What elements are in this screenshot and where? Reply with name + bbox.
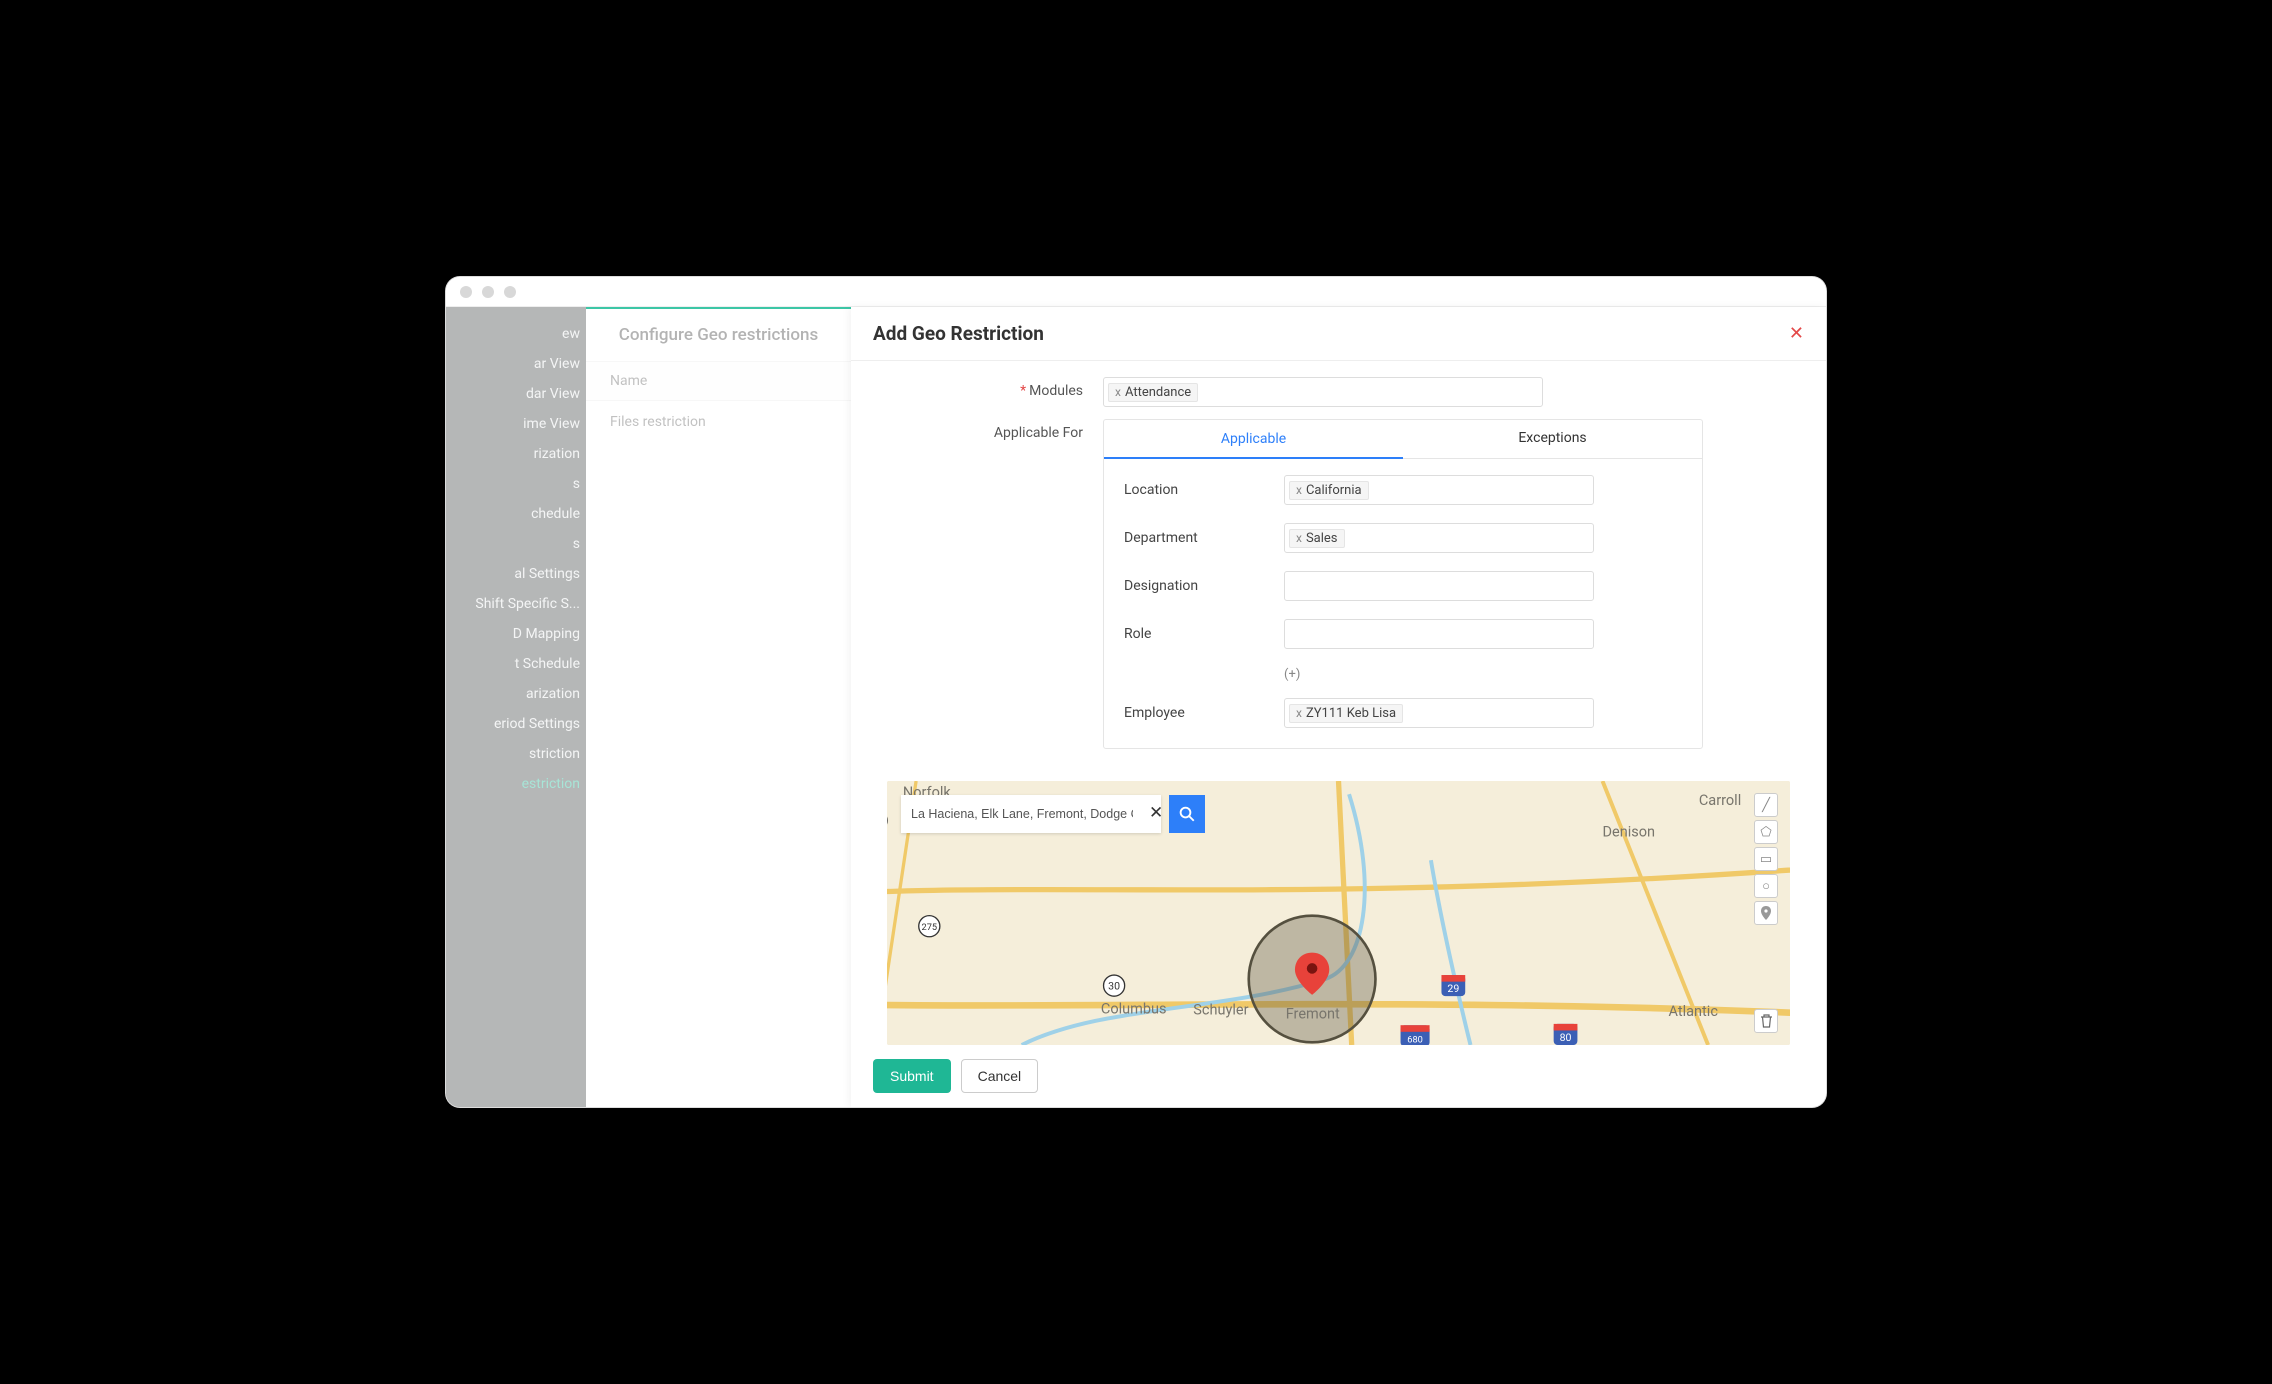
svg-text:Columbus: Columbus xyxy=(1101,1000,1167,1017)
employee-input[interactable]: xZY111 Keb Lisa xyxy=(1284,698,1594,728)
svg-text:Fremont: Fremont xyxy=(1286,1006,1340,1023)
sidebar-item[interactable]: ime View xyxy=(446,409,586,439)
svg-text:680: 680 xyxy=(1407,1034,1423,1045)
window-minimize-dot[interactable] xyxy=(482,286,494,298)
department-tag[interactable]: xSales xyxy=(1289,529,1345,548)
svg-text:Denison: Denison xyxy=(1603,823,1656,840)
draw-circle-icon[interactable]: ○ xyxy=(1754,874,1778,898)
sidebar-item[interactable]: chedule xyxy=(446,499,586,529)
sidebar-item[interactable]: dar View xyxy=(446,379,586,409)
designation-label: Designation xyxy=(1124,578,1284,594)
close-icon[interactable]: ✕ xyxy=(1789,323,1804,344)
module-tag[interactable]: xAttendance xyxy=(1108,383,1198,402)
svg-text:Atlantic: Atlantic xyxy=(1669,1003,1719,1020)
window-zoom-dot[interactable] xyxy=(504,286,516,298)
svg-text:Schuyler: Schuyler xyxy=(1193,1002,1248,1019)
svg-text:80: 80 xyxy=(1560,1031,1572,1044)
sidebar-item[interactable]: al Settings xyxy=(446,559,586,589)
location-label: Location xyxy=(1124,482,1284,498)
map-search-input[interactable] xyxy=(901,795,1161,833)
employee-label: Employee xyxy=(1124,705,1284,721)
svg-text:29: 29 xyxy=(1447,982,1459,995)
draw-line-icon[interactable]: ╱ xyxy=(1754,793,1778,817)
applicable-for-panel: Applicable Exceptions Location xCaliforn… xyxy=(1103,419,1703,749)
sidebar-item[interactable]: estriction xyxy=(446,769,586,799)
sidebar-item[interactable]: eriod Settings xyxy=(446,709,586,739)
sidebar-item[interactable]: t Schedule xyxy=(446,649,586,679)
map[interactable]: Norfolk Columbus Schuyler Fremont Deniso… xyxy=(887,781,1790,1045)
titlebar xyxy=(446,277,1826,307)
add-role-button[interactable]: (+) xyxy=(1284,667,1682,682)
tab-exceptions[interactable]: Exceptions xyxy=(1403,420,1702,458)
window-close-dot[interactable] xyxy=(460,286,472,298)
modules-label: Modules xyxy=(1029,383,1083,399)
employee-tag[interactable]: xZY111 Keb Lisa xyxy=(1289,704,1403,723)
dialog-title: Add Geo Restriction xyxy=(873,322,1044,345)
list-panel-title: Configure Geo restrictions xyxy=(586,309,851,361)
list-item[interactable]: Files restriction xyxy=(586,401,851,443)
cancel-button[interactable]: Cancel xyxy=(961,1059,1039,1093)
sidebar-item[interactable]: rization xyxy=(446,439,586,469)
svg-text:30: 30 xyxy=(1108,980,1120,993)
draw-polygon-icon[interactable]: ⬠ xyxy=(1754,820,1778,844)
delete-shape-icon[interactable] xyxy=(1754,1009,1778,1033)
sidebar-item[interactable]: arization xyxy=(446,679,586,709)
role-label: Role xyxy=(1124,626,1284,642)
sidebar-item[interactable]: D Mapping xyxy=(446,619,586,649)
svg-text:Carroll: Carroll xyxy=(1699,792,1741,809)
list-name-header: Name xyxy=(586,361,851,401)
svg-text:275: 275 xyxy=(922,922,938,933)
sidebar-item[interactable]: striction xyxy=(446,739,586,769)
map-draw-toolbar: ╱ ⬠ ▭ ○ xyxy=(1754,793,1778,925)
modules-input[interactable]: xAttendance xyxy=(1103,377,1543,407)
department-label: Department xyxy=(1124,530,1284,546)
content-area: ewar Viewdar Viewime Viewrizationschedul… xyxy=(446,307,1826,1107)
app-window: ewar Viewdar Viewime Viewrizationschedul… xyxy=(446,277,1826,1107)
submit-button[interactable]: Submit xyxy=(873,1059,951,1093)
remove-tag-icon[interactable]: x xyxy=(1296,706,1302,720)
sidebar-item[interactable]: ar View xyxy=(446,349,586,379)
role-input[interactable] xyxy=(1284,619,1594,649)
applicable-for-label: Applicable For xyxy=(994,425,1083,441)
search-button[interactable] xyxy=(1169,795,1205,833)
remove-tag-icon[interactable]: x xyxy=(1296,531,1302,545)
tab-applicable[interactable]: Applicable xyxy=(1104,421,1403,459)
map-search: ✕ xyxy=(901,795,1205,833)
designation-input[interactable] xyxy=(1284,571,1594,601)
add-geo-restriction-dialog: Add Geo Restriction ✕ *Modules xAttendan… xyxy=(851,307,1826,1107)
draw-rectangle-icon[interactable]: ▭ xyxy=(1754,847,1778,871)
search-icon xyxy=(1178,805,1196,823)
department-input[interactable]: xSales xyxy=(1284,523,1594,553)
location-tag[interactable]: xCalifornia xyxy=(1289,481,1369,500)
sidebar-item[interactable]: Shift Specific S... xyxy=(446,589,586,619)
draw-marker-icon[interactable] xyxy=(1754,901,1778,925)
remove-tag-icon[interactable]: x xyxy=(1115,385,1121,399)
location-input[interactable]: xCalifornia xyxy=(1284,475,1594,505)
geo-list-panel: Configure Geo restrictions Name Files re… xyxy=(586,307,851,1107)
sidebar-item[interactable]: s xyxy=(446,529,586,559)
left-nav: ewar Viewdar Viewime Viewrizationschedul… xyxy=(446,307,586,1107)
sidebar-item[interactable]: ew xyxy=(446,319,586,349)
sidebar-item[interactable]: s xyxy=(446,469,586,499)
remove-tag-icon[interactable]: x xyxy=(1296,483,1302,497)
clear-search-icon[interactable]: ✕ xyxy=(1149,803,1163,823)
